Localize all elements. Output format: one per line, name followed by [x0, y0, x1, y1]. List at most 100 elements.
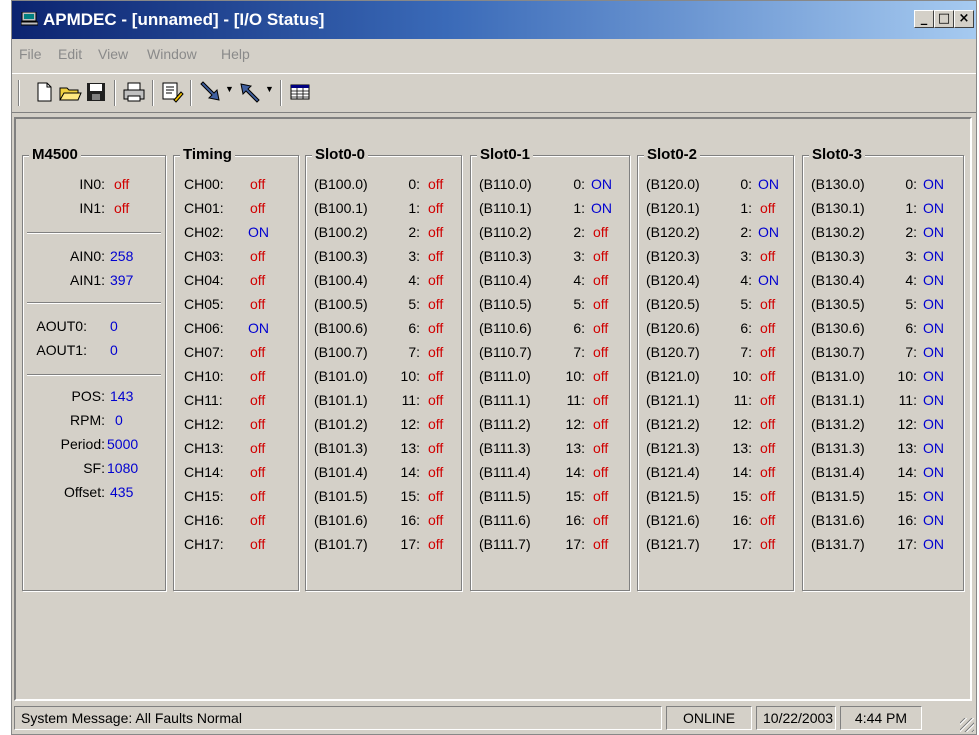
bit-address: (B131.1) [811, 392, 865, 408]
chevron-down-icon[interactable]: ▼ [265, 84, 274, 94]
group-title: Timing [180, 146, 235, 163]
bit-address: (B121.6) [646, 512, 700, 528]
bit-status: off [428, 512, 444, 528]
channel-label: CH05: [184, 296, 224, 312]
bit-address: (B100.0) [314, 176, 368, 192]
analog-input-value: 258 [110, 248, 134, 264]
close-button[interactable]: × [954, 10, 974, 28]
bit-status: off [428, 344, 444, 360]
resize-grip[interactable] [960, 718, 974, 732]
divider [27, 374, 161, 376]
bit-address: (B110.1) [479, 200, 532, 216]
bit-status: off [593, 392, 609, 408]
bit-number: 7: [408, 344, 420, 360]
analog-output-value: 0 [110, 342, 118, 358]
bit-number: 4: [905, 272, 917, 288]
menu-edit[interactable]: Edit [58, 46, 82, 62]
open-folder-icon[interactable] [58, 80, 82, 104]
maximize-button[interactable]: □ [934, 10, 954, 28]
bit-status: off [428, 272, 444, 288]
bit-status: ON [923, 536, 944, 552]
bit-number: 11: [733, 392, 752, 408]
bit-address: (B120.5) [646, 296, 700, 312]
bit-number: 1: [905, 200, 917, 216]
bit-number: 3: [408, 248, 420, 264]
motion-label: SF: [83, 460, 105, 476]
bit-status: off [428, 392, 444, 408]
bit-number: 3: [905, 248, 917, 264]
bit-number: 4: [740, 272, 752, 288]
input-label: IN1: [79, 200, 105, 216]
bit-status: ON [923, 440, 944, 456]
bit-number: 7: [740, 344, 752, 360]
bit-address: (B120.6) [646, 320, 700, 336]
bit-status: ON [923, 344, 944, 360]
bit-status: ON [758, 272, 779, 288]
bit-status: off [760, 536, 776, 552]
menu-window[interactable]: Window [147, 46, 197, 62]
bit-status: off [593, 248, 609, 264]
bit-address: (B101.7) [314, 536, 368, 552]
bit-address: (B121.0) [646, 368, 700, 384]
bit-number: 17: [897, 536, 917, 552]
group-slot0-1: Slot0-1 (B110.0) 0: ON (B110.1) 1: ON (B110.2)… [470, 146, 630, 591]
bit-address: (B111.7) [479, 536, 531, 552]
divider [27, 232, 161, 234]
bit-address: (B100.3) [314, 248, 368, 264]
bit-status: ON [923, 368, 944, 384]
bit-address: (B130.4) [811, 272, 865, 288]
connection-status: ONLINE [666, 706, 752, 730]
bit-number: 7: [573, 344, 585, 360]
bit-status: off [760, 464, 776, 480]
bit-status: off [428, 224, 444, 240]
bit-number: 2: [408, 224, 420, 240]
channel-status: off [250, 464, 266, 480]
bit-address: (B130.2) [811, 224, 865, 240]
channel-label: CH06: [184, 320, 224, 336]
bit-number: 2: [905, 224, 917, 240]
bit-status: off [428, 248, 444, 264]
bit-number: 13: [565, 440, 585, 456]
save-disk-icon[interactable] [84, 80, 108, 104]
bit-number: 2: [740, 224, 752, 240]
bit-number: 1: [740, 200, 752, 216]
status-time: 4:44 PM [840, 706, 922, 730]
motion-value: 435 [110, 484, 134, 500]
group-slot0-3: Slot0-3 (B130.0) 0: ON (B130.1) 1: ON (B130.2)… [802, 146, 964, 591]
bit-status: off [760, 440, 776, 456]
menu-file[interactable]: File [19, 46, 42, 62]
bit-status: off [593, 512, 609, 528]
bit-status: ON [923, 272, 944, 288]
chevron-down-icon[interactable]: ▼ [225, 84, 234, 94]
bit-number: 16: [732, 512, 752, 528]
print-icon[interactable] [122, 80, 146, 104]
motion-label: Period: [60, 436, 105, 452]
bit-number: 3: [740, 248, 752, 264]
channel-label: CH12: [184, 416, 224, 432]
table-grid-icon[interactable] [288, 80, 312, 104]
group-m4500: M4500 IN0: off IN1: off AIN0: 258 AIN1: … [22, 146, 166, 591]
bit-address: (B120.7) [646, 344, 700, 360]
edit-notes-icon[interactable] [160, 80, 184, 104]
download-arrow-icon[interactable] [198, 80, 222, 104]
bit-address: (B111.5) [479, 488, 531, 504]
bit-status: off [593, 416, 609, 432]
bit-number: 6: [905, 320, 917, 336]
title-bar[interactable]: APMDEC - [unnamed] - [I/O Status] _ □ × [12, 1, 976, 39]
bit-status: ON [923, 488, 944, 504]
bit-address: (B120.3) [646, 248, 700, 264]
minimize-button[interactable]: _ [914, 10, 934, 28]
upload-arrow-icon[interactable] [238, 80, 262, 104]
analog-input-value: 397 [110, 272, 134, 288]
new-file-icon[interactable] [32, 80, 56, 104]
bit-status: off [593, 488, 609, 504]
bit-address: (B101.4) [314, 464, 368, 480]
bit-address: (B100.1) [314, 200, 368, 216]
menu-help[interactable]: Help [221, 46, 250, 62]
channel-label: CH01: [184, 200, 224, 216]
menu-view[interactable]: View [98, 46, 128, 62]
bit-status: ON [758, 224, 779, 240]
bit-address: (B130.6) [811, 320, 865, 336]
bit-address: (B100.4) [314, 272, 368, 288]
bit-address: (B111.1) [479, 392, 531, 408]
